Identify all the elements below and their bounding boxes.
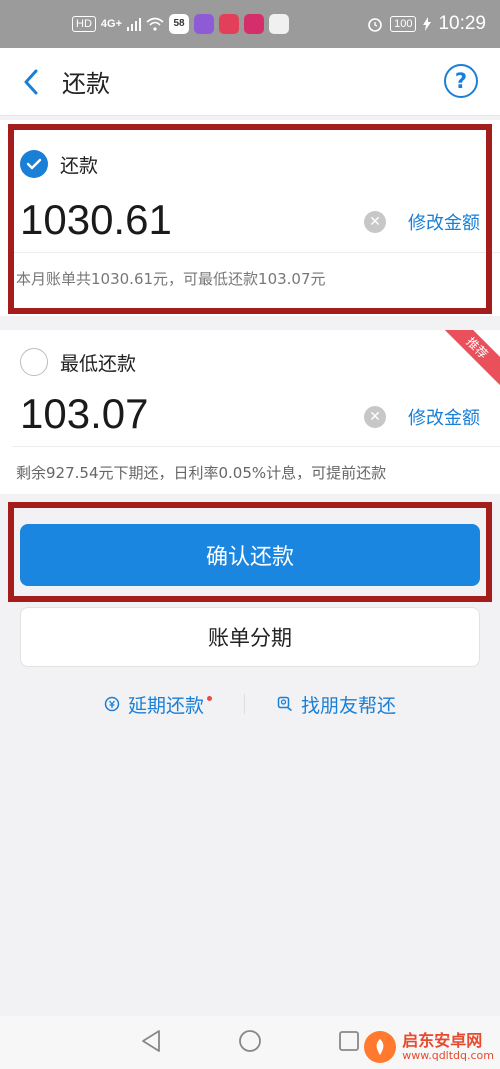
full-repayment-label: 还款	[60, 154, 99, 177]
back-triangle-icon[interactable]	[140, 1029, 162, 1057]
min-repayment-radio[interactable]	[20, 348, 48, 376]
divider	[12, 252, 500, 253]
back-button[interactable]	[0, 48, 62, 116]
confirm-repayment-button[interactable]: 确认还款	[20, 524, 480, 586]
full-repayment-amount[interactable]: 1030.61	[20, 196, 172, 244]
tv-app-icon	[219, 14, 239, 34]
watermark-logo-icon	[364, 1031, 397, 1063]
app-58-icon: 58	[169, 14, 189, 34]
recents-square-icon[interactable]	[338, 1030, 360, 1056]
friend-pay-label: 找朋友帮还	[301, 694, 397, 717]
yuan-clock-icon	[104, 696, 120, 712]
full-repayment-card[interactable]: 还款 1030.61 ✕ 修改金额 本月账单共1030.61元，可最低还款103…	[0, 120, 500, 316]
recommend-badge: 推荐	[440, 330, 500, 390]
chevron-left-icon	[24, 69, 38, 94]
watermark-title: 启东安卓网	[402, 1030, 483, 1050]
close-icon: ✕	[369, 214, 381, 230]
question-icon: ?	[454, 69, 468, 93]
wifi-icon	[146, 17, 164, 31]
divider	[12, 446, 500, 447]
defer-repayment-label: 延期还款	[127, 694, 204, 717]
friend-icon	[277, 696, 292, 712]
signal-bars-icon	[127, 18, 141, 31]
min-repayment-note: 剩余927.54元下期还，日利率0.05%计息，可提前还款	[16, 464, 387, 482]
close-icon: ✕	[369, 409, 381, 425]
video-app-icon	[194, 14, 214, 34]
play-app-icon	[244, 14, 264, 34]
page-title: 还款	[62, 70, 110, 98]
nav-bar: 还款 ?	[0, 48, 500, 116]
hd-indicator: HD	[72, 16, 96, 32]
clear-amount-button[interactable]: ✕	[364, 211, 386, 233]
status-bar: HD 4G+ 58 100 10:29	[0, 0, 500, 48]
link-separator	[244, 694, 245, 714]
clock: 10:29	[438, 13, 486, 34]
full-repayment-radio[interactable]	[20, 150, 48, 178]
watermark-url: www.qdltdq.com	[402, 1048, 494, 1062]
baby-app-icon	[269, 14, 289, 34]
new-dot	[207, 695, 212, 701]
signal-indicator: 4G+	[100, 18, 122, 30]
min-repayment-label: 最低还款	[60, 352, 137, 375]
watermark: 启东安卓网 www.qdltdq.com	[364, 1031, 494, 1063]
bill-installment-button[interactable]: 账单分期	[20, 607, 480, 667]
min-repayment-amount[interactable]: 103.07	[20, 390, 148, 438]
charging-icon	[423, 17, 432, 31]
friend-pay-link[interactable]: 找朋友帮还	[277, 691, 396, 718]
checkmark-icon	[26, 158, 42, 170]
bill-summary-note: 本月账单共1030.61元，可最低还款103.07元	[16, 270, 326, 288]
defer-repayment-link[interactable]: 延期还款	[104, 691, 212, 718]
home-circle-icon[interactable]	[238, 1029, 262, 1057]
alarm-icon	[368, 18, 382, 32]
extra-links: 延期还款 找朋友帮还	[0, 686, 500, 722]
battery-indicator: 100	[390, 16, 417, 32]
modify-amount-link[interactable]: 修改金额	[408, 209, 480, 235]
clear-min-amount-button[interactable]: ✕	[364, 406, 386, 428]
modify-min-amount-link[interactable]: 修改金额	[408, 404, 480, 430]
help-button[interactable]: ?	[444, 64, 478, 98]
